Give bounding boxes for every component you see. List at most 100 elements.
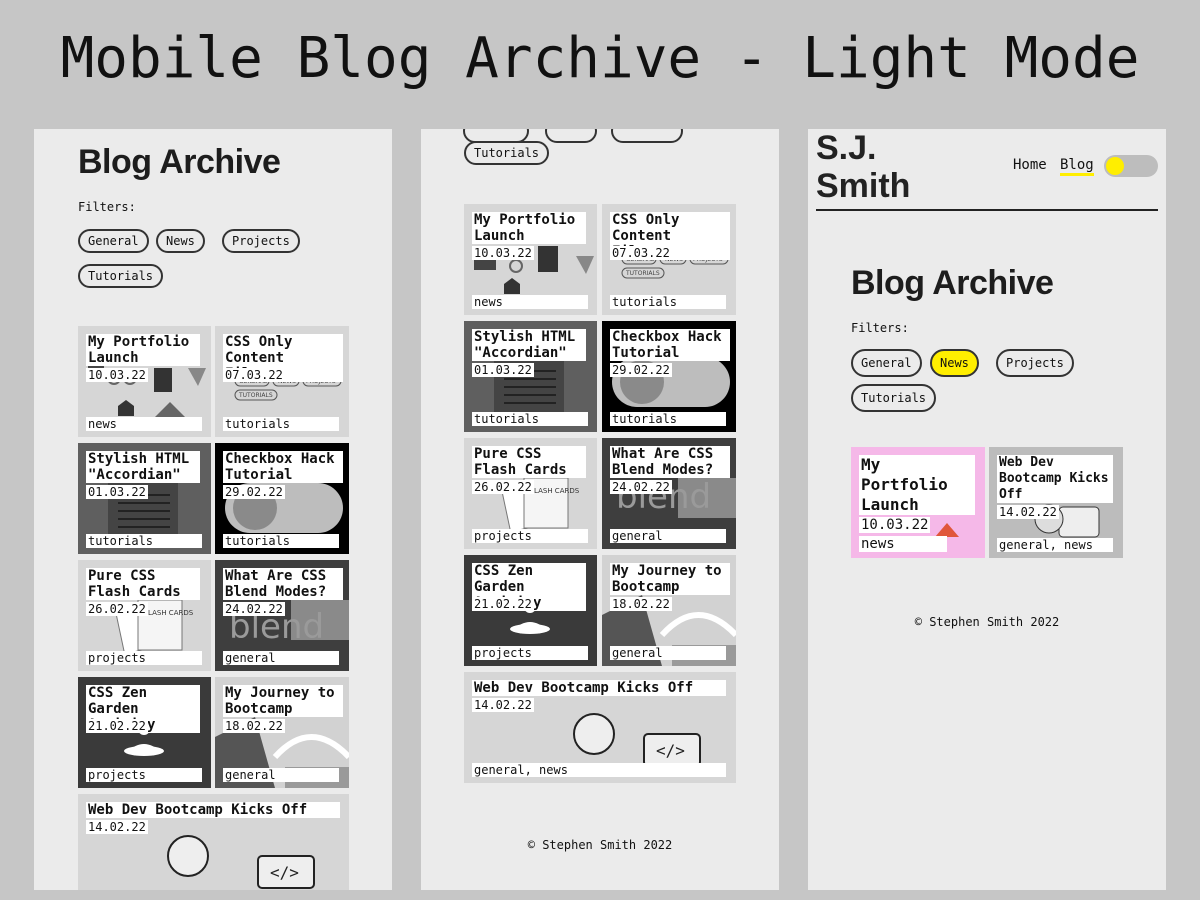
code-tag-text: </>	[656, 741, 685, 760]
toggle-knob	[1106, 157, 1124, 175]
phone-screen-filtered: S.J. Smith Home Blog Blog Archive Filter…	[808, 129, 1166, 890]
post-tags: tutorials	[472, 412, 588, 426]
nav-home[interactable]: Home	[1013, 157, 1047, 173]
filter-general[interactable]: General	[78, 229, 149, 253]
filter-projects[interactable]	[611, 129, 683, 143]
post-card[interactable]: CSS Zen Garden Activity 21.02.22 project…	[464, 555, 597, 666]
nav-blog[interactable]: Blog	[1060, 157, 1094, 176]
post-title: My Portfolio Launch	[859, 455, 975, 515]
filter-tutorials[interactable]: Tutorials	[78, 264, 164, 288]
post-tags: tutorials	[86, 534, 202, 548]
header-divider	[816, 209, 1158, 211]
theme-toggle[interactable]	[1104, 155, 1158, 177]
post-date: 24.02.22	[610, 480, 672, 494]
post-date: 01.03.22	[86, 485, 148, 499]
post-tags: tutorials	[223, 417, 339, 431]
post-card[interactable]: My Journey to Bootcamp 18.02.22 general	[215, 677, 349, 788]
post-date: 29.02.22	[223, 485, 285, 499]
post-title: Web Dev Bootcamp Kicks Off	[86, 802, 340, 818]
post-title: What Are CSS Blend Modes?	[223, 568, 343, 600]
post-card[interactable]: GENERAL NEWS PROJECTS TUTORIALS CSS Only…	[602, 204, 736, 315]
post-date: 26.02.22	[86, 602, 148, 616]
post-date: 07.03.22	[223, 368, 285, 382]
post-date: 07.03.22	[610, 246, 672, 260]
post-date: 18.02.22	[223, 719, 285, 733]
filter-projects[interactable]: Projects	[996, 349, 1074, 377]
post-date: 29.02.22	[610, 363, 672, 377]
post-title: Pure CSS Flash Cards	[472, 446, 586, 478]
post-tags: projects	[472, 646, 588, 660]
archive-heading: Blog Archive	[851, 264, 1054, 302]
post-date: 10.03.22	[472, 246, 534, 260]
post-card[interactable]: CSS Zen Garden Activity 21.02.22 project…	[78, 677, 211, 788]
post-tags: general	[610, 529, 726, 543]
post-card[interactable]: </> Web Dev Bootcamp Kicks Off 14.02.22 …	[464, 672, 736, 783]
post-tags: tutorials	[610, 295, 726, 309]
site-logo[interactable]: S.J. Smith	[816, 129, 936, 205]
post-tags: tutorials	[223, 534, 339, 548]
post-card[interactable]: Checkbox Hack Tutorial 29.02.22 tutorial…	[215, 443, 349, 554]
post-title: Checkbox Hack Tutorial	[610, 329, 730, 361]
post-card[interactable]: GENERAL NEWS PROJECTS TUTORIALS CSS Only…	[215, 326, 349, 437]
filter-projects[interactable]: Projects	[222, 229, 300, 253]
phone-screen-top: Blog Archive Filters: General News Proje…	[34, 129, 392, 890]
post-tags: general	[223, 768, 339, 782]
post-tags: projects	[472, 529, 588, 543]
post-card[interactable]: Stylish HTML "Accordian" 01.03.22 tutori…	[78, 443, 211, 554]
post-card[interactable]: My Portfolio Launch 10.03.22 news	[78, 326, 211, 437]
post-tags: projects	[86, 768, 202, 782]
filter-news[interactable]	[545, 129, 597, 143]
post-date: 10.03.22	[86, 368, 148, 382]
post-title: My Journey to Bootcamp	[610, 563, 730, 595]
page-title: Mobile Blog Archive - Light Mode	[60, 26, 1140, 91]
flash-cards-text: FLASH CARDS	[144, 609, 194, 617]
mini-chip-label: TUTORIALS	[625, 270, 660, 277]
filter-tutorials[interactable]: Tutorials	[851, 384, 937, 412]
post-date: 14.02.22	[86, 820, 148, 834]
post-date: 10.03.22	[859, 517, 931, 533]
post-tags: general	[223, 651, 339, 665]
mini-chip-label: TUTORIALS	[238, 392, 273, 399]
post-title: My Journey to Bootcamp	[223, 685, 343, 717]
post-date: 18.02.22	[610, 597, 672, 611]
post-tags: news	[472, 295, 588, 309]
footer: © Stephen Smith 2022	[914, 615, 1060, 629]
filter-tutorials[interactable]: Tutorials	[464, 141, 550, 165]
post-title: Stylish HTML "Accordian"	[86, 451, 200, 483]
post-tags: general, news	[997, 538, 1113, 552]
post-title: Stylish HTML "Accordian"	[472, 329, 586, 361]
post-card[interactable]: My Portfolio Launch 10.03.22 news	[851, 447, 985, 558]
post-card[interactable]: FLASH CARDS Pure CSS Flash Cards 26.02.2…	[464, 438, 597, 549]
post-title: Checkbox Hack Tutorial	[223, 451, 343, 483]
post-card[interactable]: </> Web Dev Bootcamp Kicks Off 14.02.22 …	[78, 794, 349, 890]
post-card[interactable]: My Portfolio Launch 10.03.22 news	[464, 204, 597, 315]
post-tags: general, news	[472, 763, 726, 777]
post-tags: news	[86, 417, 202, 431]
filter-news[interactable]: News	[930, 349, 979, 377]
post-date: 14.02.22	[997, 505, 1059, 519]
post-date: 21.02.22	[472, 597, 534, 611]
post-title: Web Dev Bootcamp Kicks Off	[472, 680, 726, 696]
post-card[interactable]: My Journey to Bootcamp 18.02.22 general	[602, 555, 736, 666]
post-card[interactable]: FLASH CARDS Pure CSS Flash Cards 26.02.2…	[78, 560, 211, 671]
code-tag-text: </>	[270, 863, 299, 882]
post-tags: tutorials	[610, 412, 726, 426]
post-title: My Portfolio Launch	[472, 212, 586, 244]
post-card[interactable]: blend What Are CSS Blend Modes? 24.02.22…	[215, 560, 349, 671]
filter-general[interactable]: General	[851, 349, 922, 377]
post-title: Pure CSS Flash Cards	[86, 568, 200, 600]
filters-label: Filters:	[78, 200, 136, 214]
flash-cards-text: FLASH CARDS	[530, 487, 580, 495]
post-date: 14.02.22	[472, 698, 534, 712]
post-title: What Are CSS Blend Modes?	[610, 446, 730, 478]
post-card[interactable]: blend What Are CSS Blend Modes? 24.02.22…	[602, 438, 736, 549]
post-date: 01.03.22	[472, 363, 534, 377]
post-card[interactable]: Web Dev Bootcamp Kicks Off 14.02.22 gene…	[989, 447, 1123, 558]
filter-news[interactable]: News	[156, 229, 205, 253]
post-date: 26.02.22	[472, 480, 534, 494]
post-card[interactable]: Stylish HTML "Accordian" 01.03.22 tutori…	[464, 321, 597, 432]
post-card[interactable]: Checkbox Hack Tutorial 29.02.22 tutorial…	[602, 321, 736, 432]
post-date: 24.02.22	[223, 602, 285, 616]
archive-heading: Blog Archive	[78, 143, 281, 181]
post-tags: general	[610, 646, 726, 660]
